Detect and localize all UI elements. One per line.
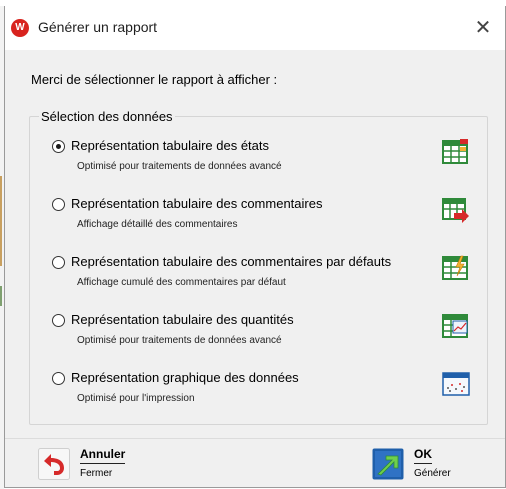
- cancel-label: Annuler: [80, 447, 126, 464]
- option-defaults-table[interactable]: Représentation tabulaire des commentaire…: [52, 254, 480, 300]
- graph-icon: [442, 372, 470, 396]
- option-title: Représentation tabulaire des états: [71, 138, 270, 153]
- generate-report-dialog: W Générer un rapport ✕ Merci de sélectio…: [4, 6, 506, 488]
- app-logo-icon: W: [11, 19, 29, 37]
- option-subtitle: Optimisé pour l'impression: [77, 393, 195, 404]
- option-title: Représentation tabulaire des quantités: [71, 312, 294, 327]
- radio-button[interactable]: [52, 372, 65, 385]
- option-title: Représentation graphique des données: [71, 370, 299, 385]
- table-defaults-icon: [442, 255, 468, 280]
- option-subtitle: Affichage cumulé des commentaires par dé…: [77, 277, 286, 288]
- radio-button[interactable]: [52, 256, 65, 269]
- table-comments-icon: [442, 198, 469, 223]
- option-subtitle: Optimisé pour traitements de données ava…: [77, 335, 282, 346]
- prompt-text: Merci de sélectionner le rapport à affic…: [31, 72, 278, 87]
- option-subtitle: Affichage détaillé des commentaires: [77, 219, 238, 230]
- option-comments-table[interactable]: Représentation tabulaire des commentaire…: [52, 196, 480, 242]
- radio-button[interactable]: [52, 314, 65, 327]
- background-mark: [0, 176, 2, 266]
- background-mark: [0, 286, 2, 306]
- table-quantities-icon: [442, 314, 468, 338]
- close-button[interactable]: ✕: [461, 6, 505, 50]
- ok-sublabel: Générer: [414, 468, 451, 479]
- undo-arrow-icon: [38, 448, 70, 480]
- footer-separator: [5, 438, 505, 439]
- group-label: Sélection des données: [39, 109, 175, 124]
- option-graph[interactable]: Représentation graphique des données Opt…: [52, 370, 480, 416]
- table-status-icon: [442, 139, 468, 164]
- ok-label: OK: [414, 447, 432, 464]
- radio-button[interactable]: [52, 198, 65, 211]
- ok-button[interactable]: OK Générer: [372, 446, 482, 484]
- data-selection-group: Sélection des données Représentation tab…: [29, 109, 488, 425]
- option-status-table[interactable]: Représentation tabulaire des états Optim…: [52, 138, 480, 184]
- option-title: Représentation tabulaire des commentaire…: [71, 254, 392, 269]
- radio-button[interactable]: [52, 140, 65, 153]
- ok-arrow-icon: [372, 448, 404, 480]
- option-subtitle: Optimisé pour traitements de données ava…: [77, 161, 282, 172]
- option-title: Représentation tabulaire des commentaire…: [71, 196, 323, 211]
- dialog-title: Générer un rapport: [38, 19, 158, 35]
- cancel-sublabel: Fermer: [80, 468, 113, 479]
- title-bar: W Générer un rapport ✕: [5, 6, 505, 50]
- option-quantities-table[interactable]: Représentation tabulaire des quantités O…: [52, 312, 480, 358]
- cancel-button[interactable]: Annuler Fermer: [38, 446, 158, 484]
